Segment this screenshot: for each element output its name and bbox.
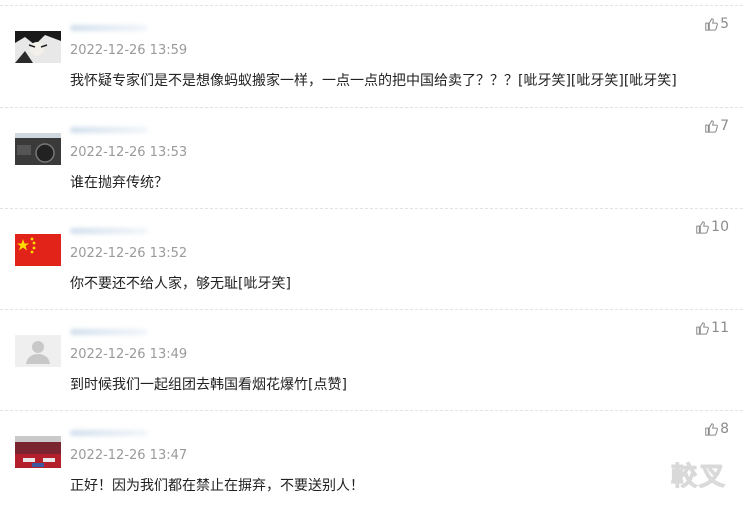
comment-time: 2022-12-26 13:47	[70, 448, 188, 463]
comment-time: 2022-12-26 13:59	[70, 43, 188, 58]
comment-item: 7 2022-12-26 13:53 谁在抛弃传统？	[0, 107, 743, 208]
comment-item: 8 2022-12-26 13:47 正好！因为我们都在禁止在摒弃，不要送别人！	[0, 410, 743, 507]
avatar[interactable]	[15, 436, 61, 468]
like-button[interactable]: 10	[695, 219, 729, 235]
comment-time: 2022-12-26 13:52	[70, 246, 188, 261]
watermark-logo: 較叉	[670, 462, 727, 493]
thumbs-up-icon	[705, 18, 718, 31]
like-button[interactable]: 11	[695, 320, 729, 336]
like-count: 8	[720, 421, 729, 437]
username[interactable]	[70, 127, 148, 133]
avatar[interactable]	[15, 335, 61, 367]
comment-text: 我怀疑专家们是不是想像蚂蚁搬家一样，一点一点的把中国给卖了？？？[呲牙笑][呲牙…	[70, 73, 677, 89]
comment-text: 谁在抛弃传统？	[70, 175, 168, 191]
username[interactable]	[70, 25, 148, 31]
like-button[interactable]: 5	[704, 16, 729, 32]
thumbs-up-icon	[696, 221, 710, 234]
username[interactable]	[70, 228, 148, 234]
username[interactable]	[70, 430, 148, 436]
comment-text: 到时候我们一起组团去韩国看烟花爆竹[点赞]	[70, 377, 347, 393]
comment-item: 10 2022-12-26 13:52 你不要还不给人家，够无耻[呲牙笑]	[0, 208, 743, 309]
like-count: 5	[720, 16, 729, 32]
comment-text: 你不要还不给人家，够无耻[呲牙笑]	[70, 276, 291, 292]
username[interactable]	[70, 329, 148, 335]
comment-item: 5 2022-12-26 13:59 我怀疑专家们是不是想像蚂蚁搬家一样，一点一…	[0, 5, 743, 106]
like-count: 11	[711, 320, 729, 336]
thumbs-up-icon	[696, 322, 710, 335]
comment-text: 正好！因为我们都在禁止在摒弃，不要送别人！	[70, 478, 364, 494]
like-count: 10	[711, 219, 729, 235]
comment-time: 2022-12-26 13:49	[70, 347, 188, 362]
like-button[interactable]: 8	[704, 421, 729, 437]
avatar[interactable]	[15, 31, 61, 63]
like-button[interactable]: 7	[704, 118, 729, 134]
comment-time: 2022-12-26 13:53	[70, 145, 188, 160]
thumbs-up-icon	[705, 423, 718, 436]
comment-item: 11 2022-12-26 13:49 到时候我们一起组团去韩国看烟花爆竹[点赞…	[0, 309, 743, 410]
avatar[interactable]	[15, 234, 61, 266]
like-count: 7	[720, 118, 729, 134]
avatar[interactable]	[15, 133, 61, 165]
thumbs-up-icon	[705, 120, 718, 133]
